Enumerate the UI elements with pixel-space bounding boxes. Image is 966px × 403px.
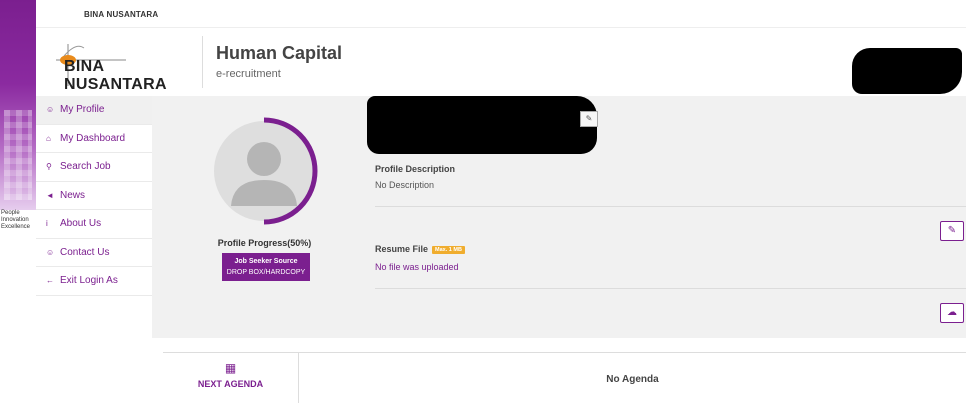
sidebar-item-label: My Profile: [60, 104, 105, 116]
resume-status-link[interactable]: No file was uploaded: [375, 262, 459, 272]
search-icon: ⚲: [46, 162, 52, 172]
agenda-panel: ▦ NEXT AGENDA No Agenda: [163, 352, 966, 403]
home-icon: ⌂: [46, 133, 51, 143]
resume-title-text: Resume File: [375, 244, 429, 254]
next-agenda-header: ▦ NEXT AGENDA: [163, 353, 299, 403]
edit-description-button[interactable]: ✎: [940, 221, 964, 241]
upload-resume-button[interactable]: ☁: [940, 303, 964, 323]
edit-name-button[interactable]: ✎: [580, 111, 598, 127]
avatar[interactable]: [209, 116, 319, 226]
logo-text: BINA NUSANTARA: [64, 58, 167, 93]
sidebar-item-about-us[interactable]: i About Us: [36, 210, 152, 239]
sidebar-item-label: About Us: [60, 218, 102, 230]
sidebar-item-label: News: [60, 189, 86, 201]
max-size-badge: Max. 1 MB: [432, 245, 465, 254]
decorative-tiles: [4, 110, 32, 200]
page-title: Human Capital: [216, 43, 343, 63]
header-divider: [202, 36, 203, 88]
source-title: Job Seeker Source: [234, 258, 298, 265]
source-value: DROP BOX/HARDCOPY: [226, 269, 306, 276]
section-divider: [375, 206, 966, 207]
info-icon: i: [46, 219, 48, 229]
sidebar-item-label: Exit Login As: [60, 275, 118, 287]
resume-file-title: Resume File Max. 1 MB: [375, 244, 465, 254]
user-icon: ☺: [46, 105, 55, 115]
sidebar-item-contact-us[interactable]: ☺ Contact Us: [36, 239, 152, 267]
bullhorn-icon: ◄: [46, 190, 54, 200]
top-bar: BINA NUSANTARA: [36, 0, 966, 28]
redacted-user-area: [852, 48, 962, 94]
sidebar-item-exit-login-as[interactable]: ← Exit Login As: [36, 267, 152, 296]
sidebar-item-search-job[interactable]: ⚲ Search Job: [36, 153, 152, 182]
header: BINA NUSANTARA Human Capital e-recruitme…: [36, 28, 966, 96]
binus-logo[interactable]: BINA NUSANTARA: [46, 36, 196, 93]
brand-tagline: People Innovation Excellence: [1, 210, 37, 231]
calendar-icon: ▦: [224, 361, 237, 375]
profile-panel: Profile Progress(50%) Job Seeker Source …: [152, 96, 966, 338]
job-seeker-source-badge: Job Seeker Source DROP BOX/HARDCOPY: [222, 253, 310, 281]
arrow-left-icon: ←: [46, 276, 54, 286]
profile-progress-label: Profile Progress(50%): [217, 238, 312, 248]
redacted-name: [367, 96, 597, 154]
sidebar: ☺ My Profile ⌂ My Dashboard ⚲ Search Job ◄ News…: [36, 96, 152, 296]
top-brand-label: BINA NUSANTARA: [84, 10, 159, 19]
sidebar-item-my-profile[interactable]: ☺ My Profile: [36, 96, 152, 125]
profile-description-text: No Description: [375, 180, 435, 190]
sidebar-item-label: My Dashboard: [60, 132, 126, 144]
page-subtitle: e-recruitment: [216, 68, 281, 80]
next-agenda-label: NEXT AGENDA: [197, 379, 264, 389]
contact-icon: ☺: [46, 247, 55, 257]
sidebar-item-label: Contact Us: [60, 246, 110, 258]
cloud-upload-icon: ☁: [947, 307, 957, 318]
avatar-head-icon: [247, 142, 281, 176]
sidebar-item-news[interactable]: ◄ News: [36, 182, 152, 210]
tagline-line: Excellence: [1, 224, 31, 230]
tagline-line: Innovation: [1, 217, 29, 223]
agenda-status: No Agenda: [606, 374, 659, 385]
avatar-progress-ring: [214, 117, 318, 225]
tagline-line: People: [1, 210, 20, 216]
section-divider: [375, 288, 966, 289]
sidebar-item-my-dashboard[interactable]: ⌂ My Dashboard: [36, 125, 152, 153]
sidebar-item-label: Search Job: [60, 161, 111, 173]
profile-description-title: Profile Description: [375, 164, 456, 174]
app-root: People Innovation Excellence BINA NUSANT…: [0, 0, 966, 403]
edit-icon: ✎: [947, 225, 957, 236]
brand-side-strip: [0, 0, 36, 210]
